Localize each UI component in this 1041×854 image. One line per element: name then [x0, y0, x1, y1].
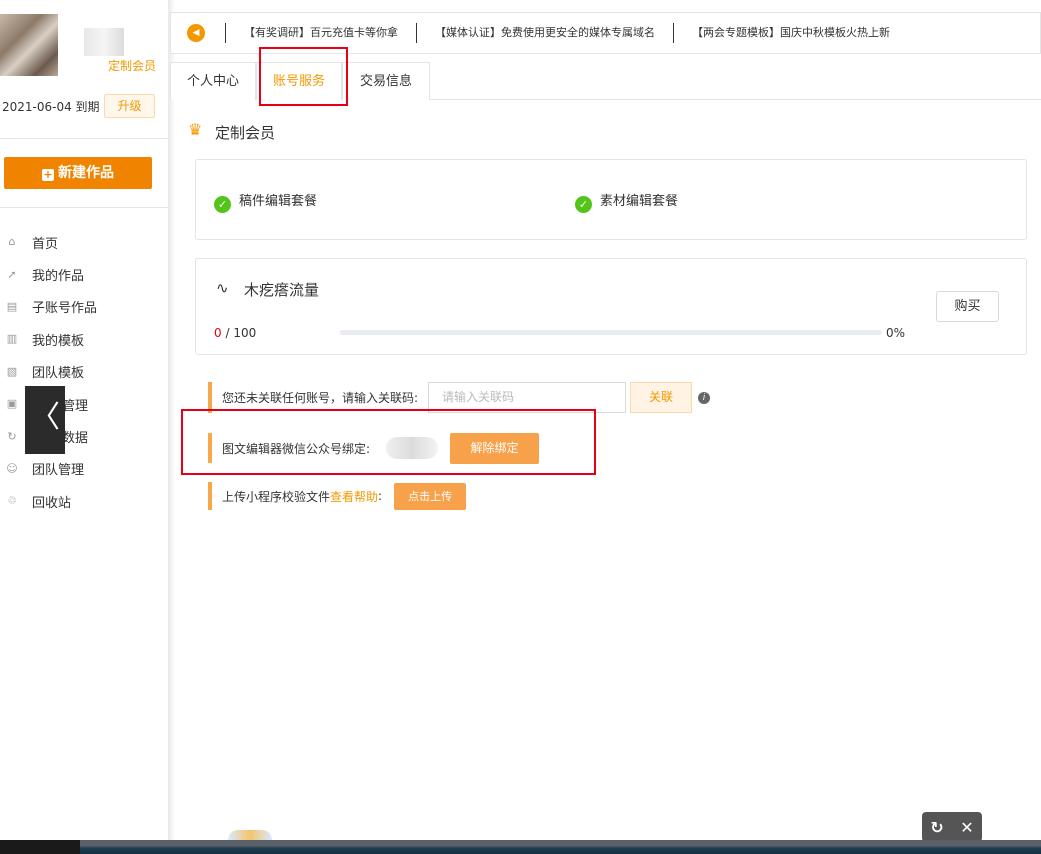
- sidebar-item-team-manage[interactable]: ☺ 团队管理: [0, 453, 168, 485]
- traffic-used: 0: [214, 326, 222, 340]
- help-link[interactable]: 查看帮助: [330, 488, 378, 505]
- highlight-box: [181, 409, 596, 475]
- sidebar-item-home[interactable]: ⌂ 首页: [0, 226, 168, 258]
- trash-icon: ♲: [7, 494, 17, 508]
- traffic-progress-bar: [340, 330, 882, 335]
- sidebar-shadow: [168, 0, 174, 840]
- sidebar-item-sub-account-works[interactable]: ▤ 子账号作品: [0, 291, 168, 323]
- package-item: ✓ 稿件编辑套餐: [214, 190, 317, 213]
- team-template-icon: ▧: [6, 364, 18, 378]
- team-icon: ☺: [6, 461, 18, 475]
- sidebar-item-my-templates[interactable]: ▥ 我的模板: [0, 323, 168, 355]
- home-icon: ⌂: [8, 235, 16, 249]
- traffic-card: ∿ 木疙瘩流量 0 / 100 0% 购买: [195, 258, 1027, 355]
- upload-label: 上传小程序校验文件: [222, 489, 331, 504]
- notice-item[interactable]: 【有奖调研】百元充值卡等你拿: [225, 23, 416, 43]
- link-button[interactable]: 关联: [630, 382, 693, 413]
- traffic-usage: 0 / 100: [214, 326, 256, 340]
- membership-title: 定制会员: [215, 124, 276, 142]
- link-prompt: 您还未关联任何账号，请输入关联码:: [222, 391, 419, 405]
- taskbar: [0, 840, 1041, 854]
- avatar[interactable]: [0, 14, 58, 76]
- tab-transactions[interactable]: 交易信息: [342, 62, 430, 100]
- sidebar-item-label: 回收站: [32, 495, 72, 511]
- pulse-icon: ∿: [216, 279, 229, 297]
- page: 定制会员 2021-06-04 到期 升级 + 新建作品 ⌂ 首页 ➚ 我的作品 ▤ 子…: [0, 0, 1041, 854]
- sidebar-item-my-works[interactable]: ➚ 我的作品: [0, 258, 168, 290]
- new-work-label: 新建作品: [58, 165, 114, 181]
- username-blurred: [84, 28, 124, 56]
- upload-colon: :: [378, 489, 383, 503]
- sidebar-item-label: 我的模板: [32, 333, 85, 349]
- floating-toolbar: ↻ ✕: [922, 812, 982, 842]
- rocket-icon: ➚: [7, 267, 17, 281]
- notice-item[interactable]: 【媒体认证】免费使用更安全的媒体专属域名: [416, 23, 673, 43]
- info-icon[interactable]: i: [698, 391, 711, 404]
- buy-button[interactable]: 购买: [936, 291, 999, 322]
- check-icon: ✓: [575, 196, 592, 213]
- diamond-icon: ♛: [188, 120, 203, 139]
- upgrade-button[interactable]: 升级: [104, 94, 155, 118]
- tab-personal-center[interactable]: 个人中心: [170, 62, 256, 100]
- sidebar-item-team-templates[interactable]: ▧ 团队模板: [0, 356, 168, 388]
- package-label: 稿件编辑套餐: [239, 194, 318, 209]
- traffic-title: 木疙瘩流量: [244, 281, 320, 299]
- sidebar-item-label: 子账号作品: [32, 301, 98, 317]
- package-item: ✓ 素材编辑套餐: [575, 190, 678, 213]
- package-label: 素材编辑套餐: [600, 194, 679, 209]
- template-icon: ▥: [6, 332, 18, 346]
- refresh-icon[interactable]: ↻: [930, 818, 943, 837]
- traffic-total: / 100: [225, 326, 257, 340]
- sidebar-item-recycle-bin[interactable]: ♲ 回收站: [0, 485, 168, 517]
- sidebar-item-label: 团队模板: [32, 366, 85, 382]
- sync-icon: ↻: [7, 429, 17, 443]
- upload-row: 上传小程序校验文件 查看帮助: 点击上传: [208, 482, 467, 510]
- megaphone-icon: ◀: [187, 24, 205, 42]
- collapse-sidebar-button[interactable]: 〈: [25, 386, 65, 454]
- divider: [0, 138, 168, 139]
- sidebar-item-label: 数据: [62, 431, 89, 447]
- expire-date: 2021-06-04 到期: [2, 100, 100, 114]
- document-icon: ▤: [6, 299, 18, 313]
- check-icon: ✓: [214, 196, 231, 213]
- upload-button[interactable]: 点击上传: [394, 482, 467, 510]
- divider: [0, 207, 168, 208]
- sidebar-item-label: 团队管理: [32, 463, 85, 479]
- sidebar-item-label: 首页: [32, 236, 59, 252]
- mascot-peek: [228, 830, 272, 840]
- manage-icon: ▣: [6, 397, 18, 411]
- notice-item[interactable]: 【两会专题模板】国庆中秋模板火热上新: [673, 23, 908, 43]
- close-icon[interactable]: ✕: [960, 818, 973, 837]
- sidebar-nav: ⌂ 首页 ➚ 我的作品 ▤ 子账号作品 ▥ 我的模板 ▧ 团队模板 ▣ 管理 ↻ 数据 ☺ 团队…: [0, 226, 168, 518]
- package-card: ✓ 稿件编辑套餐 ✓ 素材编辑套餐: [195, 159, 1027, 240]
- taskbar-left: [0, 840, 80, 854]
- new-work-button[interactable]: + 新建作品: [4, 157, 152, 189]
- plus-icon: +: [42, 168, 54, 181]
- member-label: 定制会员: [108, 59, 157, 73]
- sidebar-item-label: 我的作品: [32, 269, 85, 285]
- traffic-percent: 0%: [886, 326, 906, 340]
- sidebar-item-label: 管理: [62, 398, 89, 414]
- highlight-box: [259, 47, 348, 106]
